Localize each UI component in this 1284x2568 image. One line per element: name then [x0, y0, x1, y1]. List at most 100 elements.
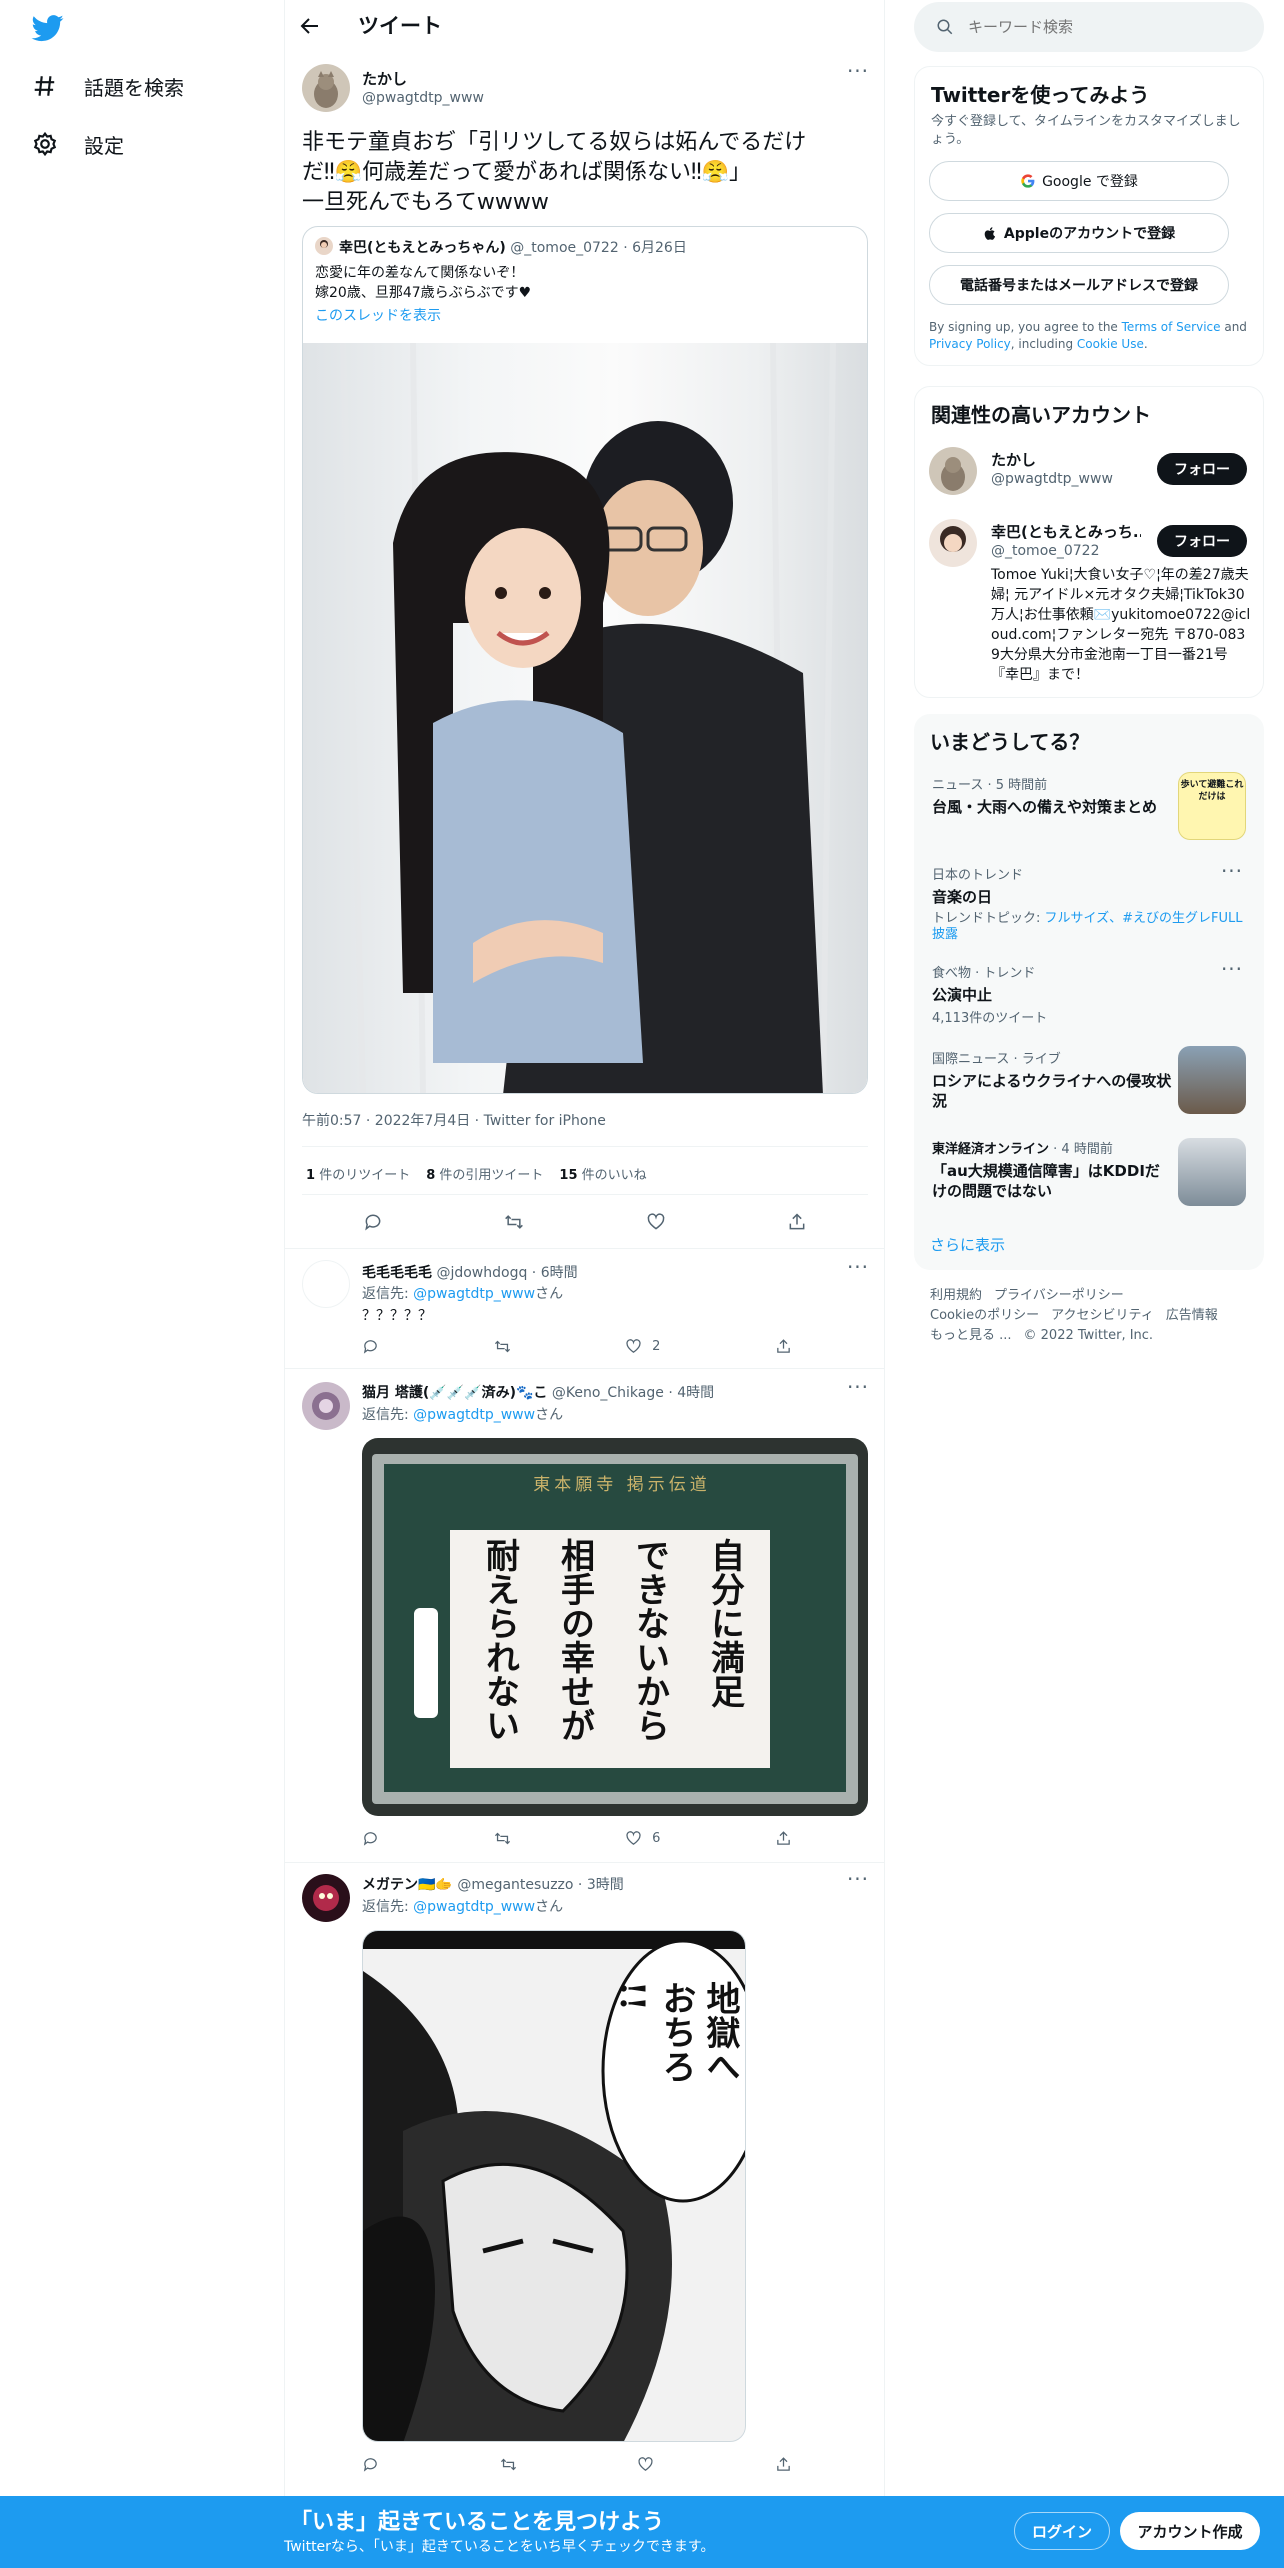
show-more-link[interactable]: さらに表示	[930, 1234, 1005, 1255]
reply-author-name[interactable]: 猫月 塔護(💉💉💉済み)🐾こ	[362, 1385, 547, 1401]
reply-button[interactable]	[362, 1338, 379, 1355]
apple-signup-button[interactable]: Appleのアカウントで登録	[929, 213, 1229, 253]
follow-button[interactable]: フォロー	[1157, 453, 1247, 485]
retweet-icon[interactable]	[504, 1212, 524, 1232]
tweet-timestamp[interactable]: 午前0:57 · 2022年7月4日 · Twitter for iPhone	[302, 1110, 606, 1130]
more-options-icon[interactable]: ···	[844, 1869, 872, 1892]
reply-to-link[interactable]: @pwagtdtp_www	[413, 1286, 535, 1302]
account-handle[interactable]: @_tomoe_0722	[991, 543, 1100, 559]
retweet-button[interactable]	[494, 1338, 511, 1355]
reply-author-handle[interactable]: @jdowhdogq	[436, 1265, 527, 1281]
reply-author-name[interactable]: メガテン🇺🇦🫱	[362, 1877, 453, 1893]
reply-author-handle[interactable]: @Keno_Chikage	[552, 1385, 664, 1401]
footer-privacy-link[interactable]: プライバシーポリシー	[994, 1288, 1124, 1303]
phone-email-signup-button[interactable]: 電話番号またはメールアドレスで登録	[929, 265, 1229, 305]
tweet-author-name[interactable]: たかし	[362, 68, 407, 89]
footer-terms-link[interactable]: 利用規約	[930, 1288, 982, 1303]
show-thread-link[interactable]: このスレッドを表示	[315, 305, 441, 325]
terms-link[interactable]: Terms of Service	[1122, 320, 1221, 334]
trend-count: 4,113件のツイート	[932, 1011, 1048, 1026]
like-icon[interactable]	[646, 1212, 666, 1232]
search-input[interactable]	[968, 18, 1228, 36]
like-icon	[626, 1831, 641, 1845]
share-button[interactable]	[775, 1830, 792, 1847]
reply-to: 返信先: @pwagtdtp_wwwさん	[362, 1896, 563, 1916]
signup-legal: By signing up, you agree to the Terms of…	[929, 319, 1249, 353]
account-name[interactable]: 幸巴(ともえとみっち...	[991, 521, 1141, 542]
avatar[interactable]	[302, 64, 350, 112]
nav-settings[interactable]: 設定	[32, 124, 124, 164]
retweets-label: 件のリツイート	[319, 1168, 411, 1183]
footer-more-link[interactable]: もっと見る ...	[930, 1328, 1012, 1343]
footer-cookie-link[interactable]: Cookieのポリシー	[930, 1308, 1039, 1323]
trend-more-icon[interactable]: ···	[1218, 861, 1246, 884]
more-options-icon[interactable]: ···	[844, 61, 872, 84]
like-button[interactable]	[637, 2456, 654, 2473]
trend-meta: 日本のトレンド	[932, 868, 1024, 883]
quotes-stat[interactable]: 8 件の引用ツイート	[426, 1164, 543, 1183]
hashtag-icon	[34, 76, 55, 96]
more-options-icon[interactable]: ···	[844, 1377, 872, 1400]
reply-author-handle[interactable]: @megantesuzzo	[457, 1877, 573, 1893]
reply-time[interactable]: 6時間	[541, 1265, 578, 1281]
retweets-stat[interactable]: 1 件のリツイート	[306, 1164, 410, 1183]
reply-button[interactable]	[362, 1830, 379, 1847]
more-options-icon[interactable]: ···	[844, 1257, 872, 1280]
trend-item[interactable]: 日本のトレンド 音楽の日 トレンドトピック: フルサイズ、#えびの生グレFULL…	[932, 864, 1252, 943]
trend-item[interactable]: 東洋経済オンライン · 4 時間前 「au大規模通信障害」はKDDIだけの問題で…	[932, 1138, 1172, 1201]
tweet-author-handle[interactable]: @pwagtdtp_www	[362, 90, 484, 106]
google-signup-label: Google で登録	[1042, 174, 1138, 190]
bottom-signup-bar: 「いま」起きていることを見つけよう Twitterなら、「いま」起きていることを…	[0, 2496, 1284, 2568]
trend-item[interactable]: 国際ニュース · ライブ ロシアによるウクライナへの侵攻状況	[932, 1048, 1172, 1111]
avatar[interactable]	[302, 1382, 350, 1430]
reply-button[interactable]	[362, 2456, 379, 2473]
login-button[interactable]: ログイン	[1014, 2512, 1110, 2550]
retweet-button[interactable]	[494, 1830, 511, 1847]
trend-item[interactable]: 食べ物 · トレンド 公演中止 4,113件のツイート	[932, 962, 1252, 1026]
reply-image-notice-board[interactable]: 東本願寺 掲示伝道 自分に満足 できないから 相手の幸せが 耐えられない	[362, 1438, 868, 1816]
create-account-button[interactable]: アカウント作成	[1120, 2512, 1260, 2550]
legal-text: , including	[1010, 337, 1077, 351]
reply-to-link[interactable]: @pwagtdtp_www	[413, 1899, 535, 1915]
like-button[interactable]: 6	[625, 1830, 660, 1847]
back-arrow-icon[interactable]	[298, 14, 324, 40]
like-button[interactable]: 2	[625, 1338, 660, 1355]
quote-author-name: 幸巴(ともえとみっちゃん)	[339, 240, 506, 256]
follow-button[interactable]: フォロー	[1157, 525, 1247, 557]
share-icon	[777, 1339, 790, 1353]
share-button[interactable]	[775, 1338, 792, 1355]
reply-to-suffix: さん	[535, 1286, 564, 1302]
footer-ads-link[interactable]: 広告情報	[1166, 1308, 1218, 1323]
avatar[interactable]	[929, 447, 977, 495]
reply-image-manga[interactable]: 地獄へ おちろ !!	[362, 1930, 746, 2442]
quote-photo[interactable]	[303, 342, 867, 1093]
footer-accessibility-link[interactable]: アクセシビリティ	[1051, 1308, 1154, 1323]
privacy-link[interactable]: Privacy Policy	[929, 337, 1011, 351]
search-box[interactable]	[914, 2, 1264, 52]
google-signup-button[interactable]: Google で登録	[929, 161, 1229, 201]
nav-explore[interactable]: 話題を検索	[32, 66, 184, 106]
account-name[interactable]: たかし	[991, 449, 1036, 470]
trend-more-icon[interactable]: ···	[1218, 959, 1246, 982]
share-icon[interactable]	[787, 1212, 807, 1232]
likes-stat[interactable]: 15 件のいいね	[559, 1164, 646, 1183]
reply-time[interactable]: 3時間	[587, 1877, 624, 1893]
reply-author-name[interactable]: 毛毛毛毛毛	[362, 1265, 432, 1281]
reply-to-link[interactable]: @pwagtdtp_www	[413, 1407, 535, 1423]
reply-icon	[363, 2458, 377, 2472]
share-button[interactable]	[775, 2456, 792, 2473]
avatar[interactable]	[929, 519, 977, 567]
speech-bubble-text: 地獄へ おちろ !!	[612, 1981, 740, 2201]
legal-text: .	[1143, 337, 1148, 351]
cookie-link[interactable]: Cookie Use	[1077, 337, 1144, 351]
tweet-text-line: 非モテ童貞おぢ「引リツしてる奴らは妬んでるだけ	[302, 130, 807, 155]
avatar[interactable]	[302, 1260, 350, 1308]
speech-line: 地獄へ	[700, 1981, 740, 2083]
retweet-button[interactable]	[500, 2456, 517, 2473]
account-handle[interactable]: @pwagtdtp_www	[991, 471, 1113, 487]
twitter-logo-icon[interactable]	[30, 12, 66, 44]
reply-icon[interactable]	[363, 1212, 383, 1232]
quoted-tweet[interactable]: 幸巴(ともえとみっちゃん) @_tomoe_0722 · 6月26日 恋愛に年の…	[302, 226, 868, 1094]
avatar[interactable]	[302, 1874, 350, 1922]
reply-time[interactable]: 4時間	[677, 1385, 714, 1401]
